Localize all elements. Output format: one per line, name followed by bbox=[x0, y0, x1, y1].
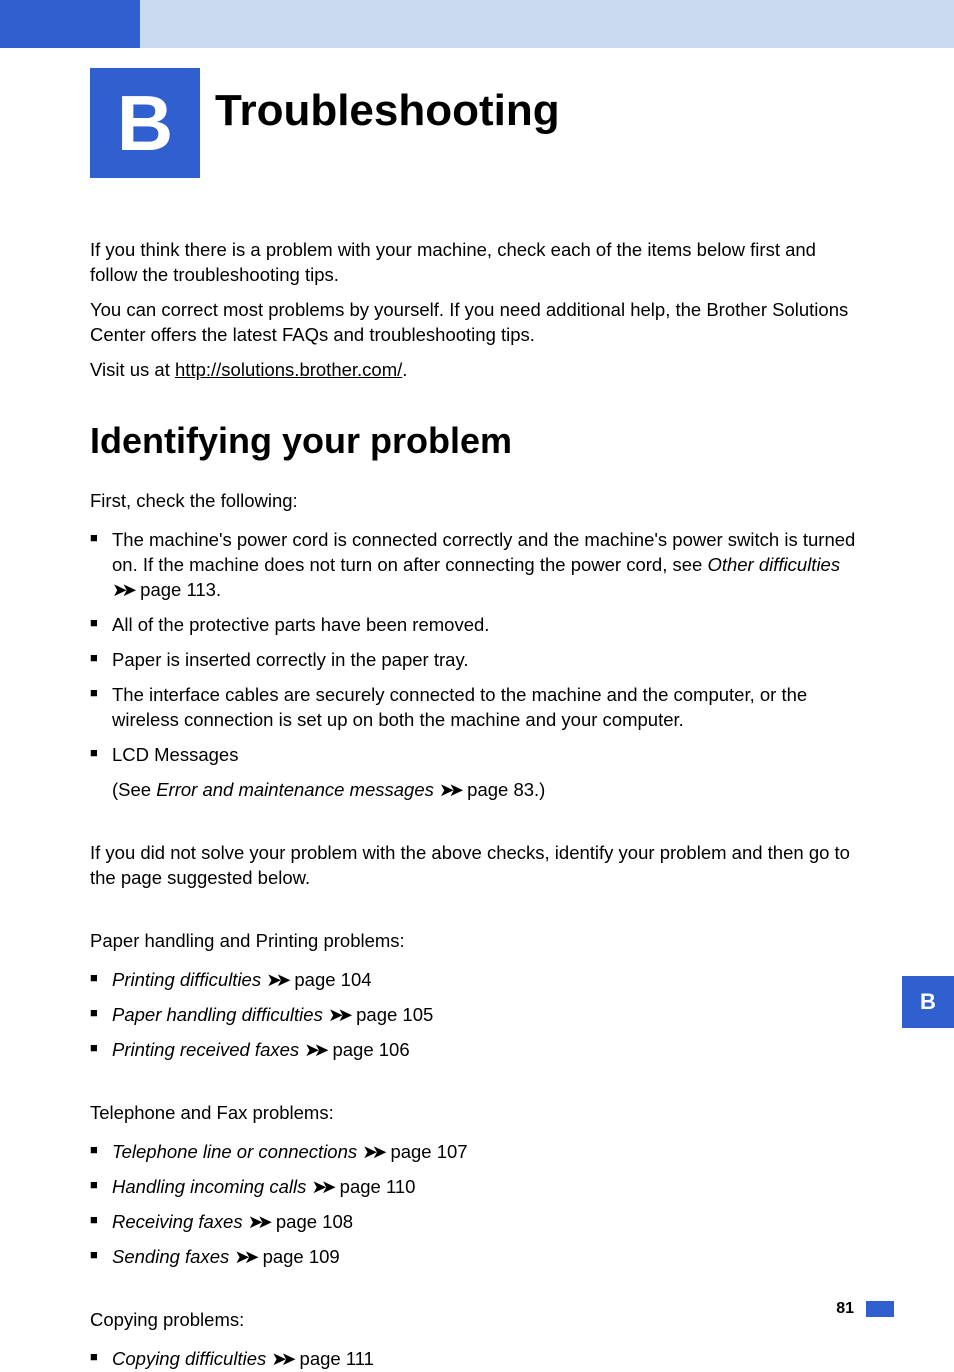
chapter-letter: B bbox=[117, 78, 173, 169]
item-page: page 109 bbox=[263, 1246, 340, 1267]
arrow-icon: ➤➤ bbox=[362, 1141, 381, 1162]
arrow-icon: ➤➤ bbox=[271, 1348, 290, 1369]
checklist-text: Paper is inserted correctly in the paper… bbox=[112, 649, 468, 670]
lcd-subnote: (See Error and maintenance messages ➤➤ p… bbox=[112, 778, 866, 803]
item-page: page 104 bbox=[294, 969, 371, 990]
checklist-item: All of the protective parts have been re… bbox=[90, 613, 866, 638]
footer-accent-box bbox=[866, 1301, 894, 1317]
item-title: Printing difficulties bbox=[112, 969, 261, 990]
group-heading-phone: Telephone and Fax problems: bbox=[90, 1101, 866, 1126]
checklist-text: All of the protective parts have been re… bbox=[112, 614, 489, 635]
list-item: Paper handling difficulties ➤➤ page 105 bbox=[90, 1003, 866, 1028]
chapter-letter-box: B bbox=[90, 68, 200, 178]
intro-paragraph-3: Visit us at http://solutions.brother.com… bbox=[90, 358, 866, 383]
list-item: Printing difficulties ➤➤ page 104 bbox=[90, 968, 866, 993]
lcd-sub-post: page 83.) bbox=[462, 779, 545, 800]
checklist-italic-ref: Other difficulties bbox=[707, 554, 840, 575]
intro-paragraph-1: If you think there is a problem with you… bbox=[90, 238, 866, 288]
section-lead: First, check the following: bbox=[90, 489, 866, 514]
checklist: The machine's power cord is connected co… bbox=[90, 528, 866, 768]
phone-list: Telephone line or connections ➤➤ page 10… bbox=[90, 1140, 866, 1270]
section-para-2: If you did not solve your problem with t… bbox=[90, 841, 866, 891]
list-item: Sending faxes ➤➤ page 109 bbox=[90, 1245, 866, 1270]
side-tab-letter: B bbox=[920, 989, 936, 1015]
copy-list: Copying difficulties ➤➤ page 111 bbox=[90, 1347, 866, 1372]
group-heading-copy: Copying problems: bbox=[90, 1308, 866, 1333]
page-footer: 81 bbox=[836, 1300, 894, 1318]
intro-paragraph-2: You can correct most problems by yoursel… bbox=[90, 298, 866, 348]
checklist-item: The machine's power cord is connected co… bbox=[90, 528, 866, 603]
checklist-item: Paper is inserted correctly in the paper… bbox=[90, 648, 866, 673]
header-bar bbox=[0, 0, 954, 48]
arrow-icon: ➤➤ bbox=[328, 1004, 347, 1025]
side-tab: B bbox=[902, 976, 954, 1028]
checklist-text: The interface cables are securely connec… bbox=[112, 684, 807, 730]
item-page: page 107 bbox=[390, 1141, 467, 1162]
header-bar-accent bbox=[0, 0, 140, 48]
arrow-icon: ➤➤ bbox=[439, 779, 458, 800]
checklist-item: The interface cables are securely connec… bbox=[90, 683, 866, 733]
arrow-icon: ➤➤ bbox=[112, 579, 131, 600]
arrow-icon: ➤➤ bbox=[312, 1176, 331, 1197]
item-title: Paper handling difficulties bbox=[112, 1004, 323, 1025]
group-heading-paper: Paper handling and Printing problems: bbox=[90, 929, 866, 954]
item-page: page 111 bbox=[300, 1348, 374, 1369]
checklist-item: LCD Messages bbox=[90, 743, 866, 768]
arrow-icon: ➤➤ bbox=[304, 1039, 323, 1060]
item-title: Printing received faxes bbox=[112, 1039, 299, 1060]
item-title: Telephone line or connections bbox=[112, 1141, 357, 1162]
chapter-title: Troubleshooting bbox=[215, 86, 560, 136]
item-title: Handling incoming calls bbox=[112, 1176, 306, 1197]
list-item: Telephone line or connections ➤➤ page 10… bbox=[90, 1140, 866, 1165]
list-item: Receiving faxes ➤➤ page 108 bbox=[90, 1210, 866, 1235]
checklist-text: LCD Messages bbox=[112, 744, 238, 765]
section-heading-identifying: Identifying your problem bbox=[90, 417, 866, 466]
arrow-icon: ➤➤ bbox=[234, 1246, 253, 1267]
list-item: Copying difficulties ➤➤ page 111 bbox=[90, 1347, 866, 1372]
item-title: Sending faxes bbox=[112, 1246, 229, 1267]
item-page: page 105 bbox=[356, 1004, 433, 1025]
lcd-sub-pre: (See bbox=[112, 779, 156, 800]
page-number: 81 bbox=[836, 1300, 854, 1318]
item-title: Receiving faxes bbox=[112, 1211, 243, 1232]
lcd-sub-italic: Error and maintenance messages bbox=[156, 779, 434, 800]
intro-visit-post: . bbox=[402, 359, 407, 380]
checklist-page-ref: page 113. bbox=[140, 579, 221, 600]
paper-list: Printing difficulties ➤➤ page 104 Paper … bbox=[90, 968, 866, 1063]
page-content: If you think there is a problem with you… bbox=[0, 168, 954, 1372]
list-item: Handling incoming calls ➤➤ page 110 bbox=[90, 1175, 866, 1200]
item-page: page 106 bbox=[332, 1039, 409, 1060]
item-title: Copying difficulties bbox=[112, 1348, 266, 1369]
item-page: page 108 bbox=[276, 1211, 353, 1232]
intro-visit-pre: Visit us at bbox=[90, 359, 175, 380]
item-page: page 110 bbox=[340, 1176, 416, 1197]
arrow-icon: ➤➤ bbox=[248, 1211, 267, 1232]
list-item: Printing received faxes ➤➤ page 106 bbox=[90, 1038, 866, 1063]
arrow-icon: ➤➤ bbox=[266, 969, 285, 990]
solutions-link[interactable]: http://solutions.brother.com/ bbox=[175, 359, 402, 380]
chapter-heading-row: B Troubleshooting bbox=[0, 48, 954, 168]
